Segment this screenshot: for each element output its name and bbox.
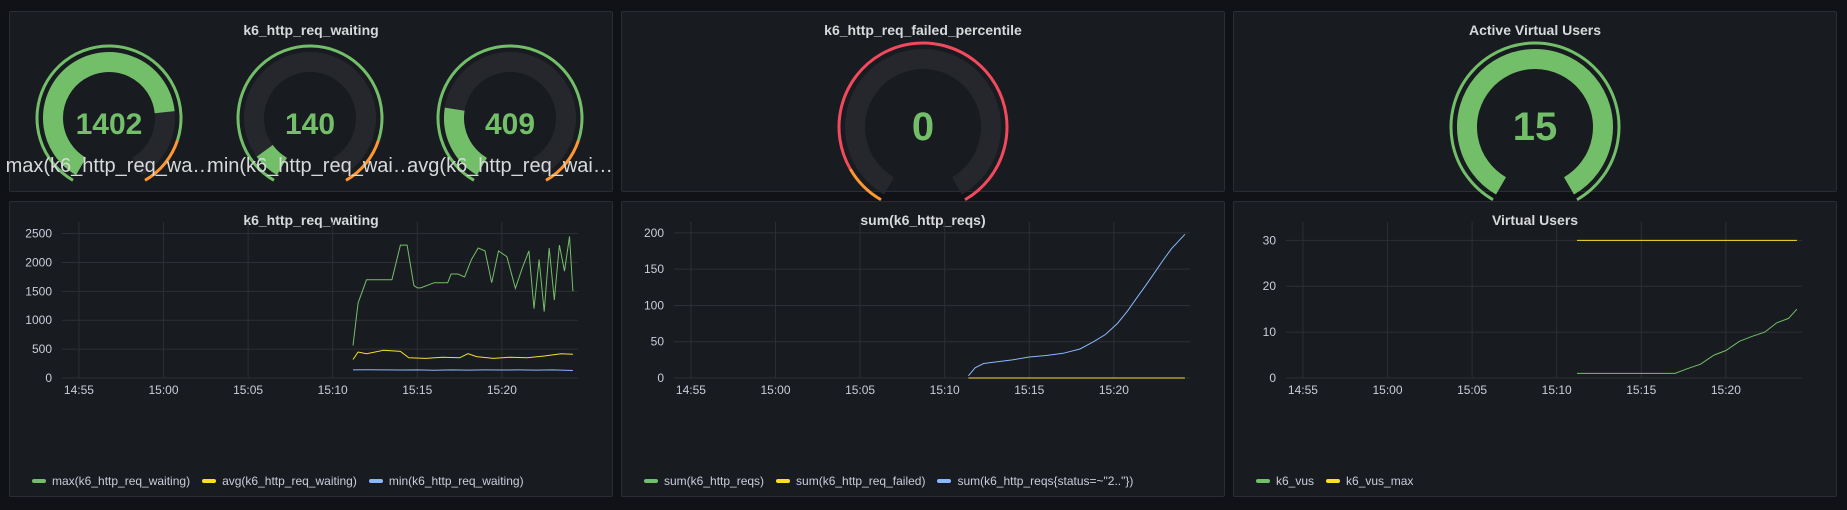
x-tick-label: 15:05	[845, 383, 875, 397]
legend-swatch-icon	[937, 479, 952, 483]
panel-vus-chart: Virtual Users 0 10 20 30 14:55 15:00 15:05 15:1…	[1233, 201, 1837, 497]
reqs-timeseries[interactable]: 0 50 100 150 200 14:55 15:00 15:05 15:10 15:15 15:…	[622, 202, 1226, 498]
gauge-value: 140	[285, 108, 335, 141]
panel-failed-percentile: k6_http_req_failed_percentile 0	[621, 11, 1225, 202]
legend-label: min(k6_http_req_waiting)	[388, 474, 524, 488]
legend-label: k6_vus	[1276, 474, 1315, 488]
legend-label: k6_vus_max	[1346, 474, 1414, 488]
y-tick-label: 1000	[25, 313, 52, 327]
y-tick-label: 1500	[25, 284, 52, 298]
legend-item[interactable]: avg(k6_http_req_waiting)	[202, 474, 357, 488]
x-tick-label: 14:55	[1288, 383, 1318, 397]
gauge-vus: 15	[1449, 41, 1621, 202]
x-tick-label: 15:10	[1542, 383, 1572, 397]
panel-waiting-gauges: k6_http_req_waiting 1402 max(k6_http_req_…	[6, 11, 613, 192]
x-tick-label: 15:05	[233, 383, 263, 397]
panel-reqs-chart: sum(k6_http_reqs) 0 50 100 150 200 14:55 15:00…	[621, 201, 1225, 497]
x-tick-label: 15:05	[1457, 383, 1487, 397]
x-tick-label: 15:00	[1372, 383, 1402, 397]
gauge-label: min(k6_http_req_wai…	[207, 155, 413, 177]
legend-item[interactable]: k6_vus	[1256, 474, 1314, 488]
gauge-label: max(k6_http_req_wa…	[6, 155, 213, 177]
y-tick-label: 150	[644, 262, 664, 276]
x-tick-label: 15:15	[1014, 383, 1044, 397]
gauges-svg: 1402 max(k6_http_req_wa… 140 min(k6_http_r…	[6, 44, 613, 182]
x-tick-label: 15:00	[760, 383, 790, 397]
gauge-value: 1402	[76, 108, 143, 141]
gauge-label: avg(k6_http_req_wai…	[407, 155, 613, 177]
x-tick-label: 15:00	[148, 383, 178, 397]
legend-label: sum(k6_http_reqs)	[664, 474, 765, 488]
y-tick-label: 10	[1263, 325, 1277, 339]
legend-item[interactable]: max(k6_http_req_waiting)	[32, 474, 190, 488]
x-tick-label: 15:15	[1626, 383, 1656, 397]
y-tick-label: 30	[1263, 233, 1277, 247]
chart-legend: sum(k6_http_reqs) sum(k6_http_req_failed)…	[644, 474, 1133, 488]
y-tick-label: 500	[32, 342, 52, 356]
legend-swatch-icon	[32, 479, 46, 483]
legend-item[interactable]: sum(k6_http_req_failed)	[776, 474, 925, 488]
legend-swatch-icon	[776, 479, 791, 483]
panel-active-vus: Active Virtual Users 15	[1233, 11, 1837, 202]
y-tick-label: 0	[657, 371, 664, 385]
legend-label: sum(k6_http_req_failed)	[796, 474, 926, 488]
x-tick-label: 14:55	[676, 383, 706, 397]
legend-swatch-icon	[644, 479, 658, 483]
x-tick-label: 15:10	[318, 383, 348, 397]
legend-label: sum(k6_http_reqs{status=~"2.."})	[957, 474, 1134, 488]
gauge-avg: 409 avg(k6_http_req_wai…	[407, 44, 613, 182]
y-tick-label: 0	[45, 371, 52, 385]
chart-legend: k6_vus k6_vus_max	[1256, 474, 1413, 488]
y-tick-label: 0	[1269, 371, 1276, 385]
legend-swatch-icon	[202, 479, 217, 483]
y-tick-label: 100	[644, 298, 664, 312]
gauge-svg: 0	[837, 41, 1009, 202]
series-line	[352, 349, 573, 360]
waiting-timeseries[interactable]: 0 500 1000 1500 2000 2500 14:55 15:00 15:05 15:10…	[10, 202, 614, 498]
gauge-max: 1402 max(k6_http_req_wa…	[6, 44, 213, 182]
x-tick-label: 15:20	[1099, 383, 1129, 397]
gauge-failed: 0	[837, 41, 1009, 202]
y-tick-label: 2500	[25, 227, 52, 241]
legend-label: max(k6_http_req_waiting)	[52, 474, 191, 488]
chart-legend: max(k6_http_req_waiting) avg(k6_http_req_…	[32, 474, 524, 488]
x-tick-label: 15:10	[930, 383, 960, 397]
y-tick-label: 20	[1263, 279, 1277, 293]
gauge-value: 0	[912, 105, 934, 149]
legend-swatch-icon	[368, 479, 383, 483]
legend-item[interactable]: min(k6_http_req_waiting)	[368, 474, 524, 488]
legend-item[interactable]: sum(k6_http_reqs)	[644, 474, 764, 488]
legend-swatch-icon	[1256, 479, 1270, 483]
y-tick-label: 200	[644, 226, 664, 240]
gauge-value: 409	[485, 108, 535, 141]
panel-waiting-chart: k6_http_req_waiting 0 500 1000 1500 2000 2500…	[9, 201, 613, 497]
x-tick-label: 15:20	[1711, 383, 1741, 397]
gauge-min: 140 min(k6_http_req_wai…	[207, 44, 413, 182]
x-tick-label: 15:15	[402, 383, 432, 397]
legend-item[interactable]: sum(k6_http_reqs{status=~"2.."})	[937, 474, 1133, 488]
legend-label: avg(k6_http_req_waiting)	[222, 474, 357, 488]
y-tick-label: 2000	[25, 255, 52, 269]
y-tick-label: 50	[651, 335, 665, 349]
series-line	[1577, 308, 1798, 374]
x-tick-label: 14:55	[64, 383, 94, 397]
series-line	[352, 369, 573, 371]
gauge-svg: 15	[1449, 41, 1621, 202]
legend-item[interactable]: k6_vus_max	[1326, 474, 1413, 488]
vus-timeseries[interactable]: 0 10 20 30 14:55 15:00 15:05 15:10 15:15 15:20	[1234, 202, 1838, 498]
gauge-value: 15	[1513, 105, 1558, 149]
legend-swatch-icon	[1326, 479, 1341, 483]
x-tick-label: 15:20	[487, 383, 517, 397]
